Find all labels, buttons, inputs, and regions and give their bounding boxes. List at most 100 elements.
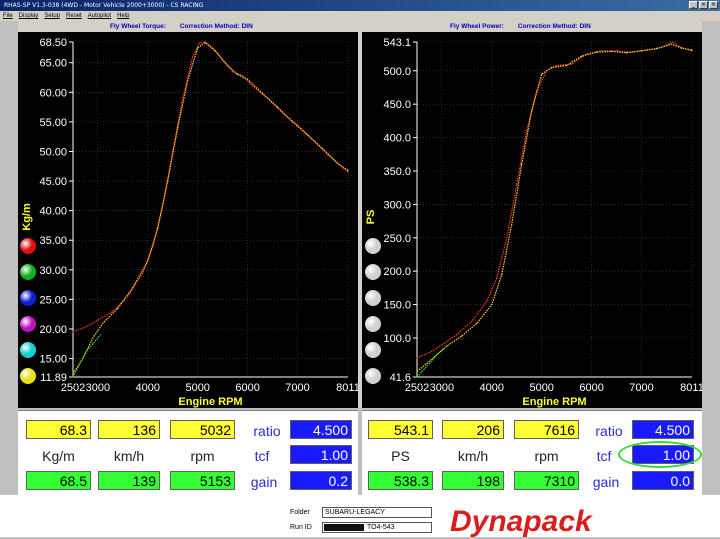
power-chart-ytick-label-1: 500.0: [383, 66, 411, 78]
torque-series-swatch-1[interactable]: [20, 264, 36, 280]
torque-chart-series-2: [72, 334, 101, 378]
power-unit-label: PS: [391, 448, 410, 464]
menu-file[interactable]: File: [3, 11, 13, 21]
power-chart-series-0-point-7: [506, 237, 508, 239]
power-chart-series-0-point-1: [431, 350, 433, 352]
power-chart-ytick-label-8: 150.0: [383, 300, 411, 312]
power-chart-series-0-point-3: [456, 334, 458, 336]
torque-chart-svg: 2502 3000 4000 5000 6000 7000 801168.5065.0060…: [21, 37, 358, 408]
power-chart-series-2: [416, 347, 445, 378]
restore-button[interactable]: ×: [699, 1, 708, 9]
power-header-title: Fly Wheel Power:: [450, 23, 504, 30]
torque-chart-series-0-point-9: [182, 97, 184, 99]
power-chart-ylabel: PS: [365, 210, 377, 225]
torque-chart-series-1: [72, 41, 349, 374]
power-chart-xtick-label-4: 6000: [579, 382, 603, 394]
power-chart-series-1-point-1: [426, 362, 428, 364]
torque-chart-series-1-point-5: [132, 286, 134, 289]
torque-chart-xtick-label-1: 3000: [86, 382, 110, 394]
power-chart-series-1-point-12: [551, 66, 553, 69]
torque-chart-series-0-point-19: [281, 112, 284, 114]
torque-chart-series-0-point-11: [198, 42, 200, 44]
torque-chart-series-1-point-22: [336, 162, 339, 164]
torque-chart-series-1-point-9: [177, 127, 179, 129]
power-chart-series-0-point-20: [671, 41, 673, 43]
power-chart-series-0-point-16: [615, 50, 618, 52]
torque-chart-series-0-point-2: [97, 319, 99, 321]
torque-header-correction: Correction Method: DIN: [179, 23, 253, 30]
torque-chart-ytick-label-2: 60.00: [39, 87, 67, 99]
ratio-value[interactable]: 4.500: [632, 420, 694, 439]
power-chart-series-1-point-0: [416, 370, 418, 372]
gain-value[interactable]: 0.0: [632, 471, 694, 490]
power-chart-series-0-point-13: [571, 63, 573, 65]
torque-chart-series-2-point-0: [72, 376, 74, 378]
ratio-value[interactable]: 4.500: [290, 420, 352, 439]
menu-setup[interactable]: Setup: [44, 11, 60, 21]
torque-chart-ytick-label-5: 45.00: [39, 176, 67, 188]
power-chart-series-1-point-3: [446, 345, 448, 347]
power-chart-series-1-point-13: [566, 64, 568, 67]
torque-chart-series-1-point-3: [102, 322, 104, 324]
torque-chart-series-1-point-15: [237, 73, 239, 76]
torque-chart-series-1-point-2: [92, 337, 94, 339]
power-chart-series-1-point-19: [655, 48, 658, 50]
torque-chart-series-1-point-18: [276, 106, 279, 108]
power-chart-series-0-point-0: [416, 357, 418, 359]
power-chart-series-1-point-5: [476, 322, 478, 324]
power-chart-series-0-point-2: [441, 344, 443, 346]
menu-display[interactable]: Display: [19, 11, 39, 21]
torque-chart-xtick-label-5: 7000: [285, 382, 309, 394]
window-title: RHAS-SP V1.3-038 (4WD - Motor Vehicle 20…: [4, 2, 204, 9]
tcf-value[interactable]: 1.00: [290, 445, 352, 464]
torque-series-swatch-3[interactable]: [20, 316, 36, 332]
torque-series-swatch-5[interactable]: [20, 368, 36, 384]
power-series-swatch-2[interactable]: [365, 290, 381, 306]
power-chart-series-1-point-17: [625, 52, 628, 54]
ratio-label: ratio: [595, 423, 623, 439]
torque-chart-ytick-label-12: 11.89: [40, 372, 67, 384]
power-series-swatch-3[interactable]: [365, 316, 381, 332]
torque-chart-ytick-label-0: 68.50: [39, 37, 67, 49]
menu-reset[interactable]: Reset: [66, 11, 82, 21]
rpm-unit-label: rpm: [190, 448, 215, 464]
power-series-swatch-0[interactable]: [365, 238, 381, 254]
torque-chart-ytick-label-9: 25.00: [39, 294, 67, 306]
torque-series-swatch-0[interactable]: [20, 238, 36, 254]
power-chart-series-2-point-4: [443, 347, 445, 349]
power-chart-series-1-point-15: [596, 51, 598, 53]
menu-bar: File Display Setup Reset Autopilot Help: [0, 11, 720, 21]
torque-chart[interactable]: 2502 3000 4000 5000 6000 7000 8011 68.50 65.00 60…: [18, 32, 358, 408]
menu-autopilot[interactable]: Autopilot: [88, 11, 111, 21]
gain-value[interactable]: 0.2: [290, 471, 352, 490]
torque-series-swatch-2[interactable]: [20, 290, 36, 306]
torque-chart-ytick-label-8: 30.00: [39, 265, 67, 277]
power-chart-series-1-point-20: [670, 43, 673, 45]
minimize-button[interactable]: _: [689, 1, 698, 9]
power-chart-series-1-point-9: [521, 163, 523, 165]
power-series-swatch-4[interactable]: [365, 342, 381, 358]
torque-chart-xlabel: Engine RPM: [178, 396, 242, 408]
torque-series-swatch-4[interactable]: [20, 342, 36, 358]
window-controls: _ × ×: [689, 1, 718, 9]
torque-chart-series-1-point-7: [157, 227, 159, 230]
torque-chart-series-1-point-23: [347, 169, 349, 172]
close-button[interactable]: ×: [709, 1, 718, 9]
power-chart-xlabel: Engine RPM: [522, 396, 586, 408]
torque-chart-series-1-point-8: [167, 180, 169, 182]
folder-field[interactable]: SUBARU-LEGACY: [322, 507, 432, 518]
menu-help[interactable]: Help: [117, 11, 129, 21]
power-chart-series-0-point-14: [586, 53, 588, 55]
power-series-swatch-1[interactable]: [365, 264, 381, 280]
torque-chart-series-0-point-16: [242, 75, 244, 77]
torque-readout: 68.3 136 5032 ratio 4.500 Kg/m km/h rpm …: [18, 410, 358, 495]
torque-chart-series-1-point-6: [147, 260, 149, 262]
power-chart-ytick-label-5: 300.0: [383, 199, 411, 211]
power-chart-series-0-point-8: [516, 183, 518, 185]
power-chart[interactable]: 2502 3000 4000 5000 6000 7000 8011 543.1 500.0 45…: [362, 32, 702, 408]
torque-chart-series-1-point-20: [306, 134, 309, 136]
power-series-swatch-5[interactable]: [365, 368, 381, 384]
torque-chart-series-2-point-2: [84, 352, 86, 354]
power-chart-series-0-point-15: [600, 50, 603, 52]
torque-chart-xtick-label-2: 4000: [136, 382, 160, 394]
